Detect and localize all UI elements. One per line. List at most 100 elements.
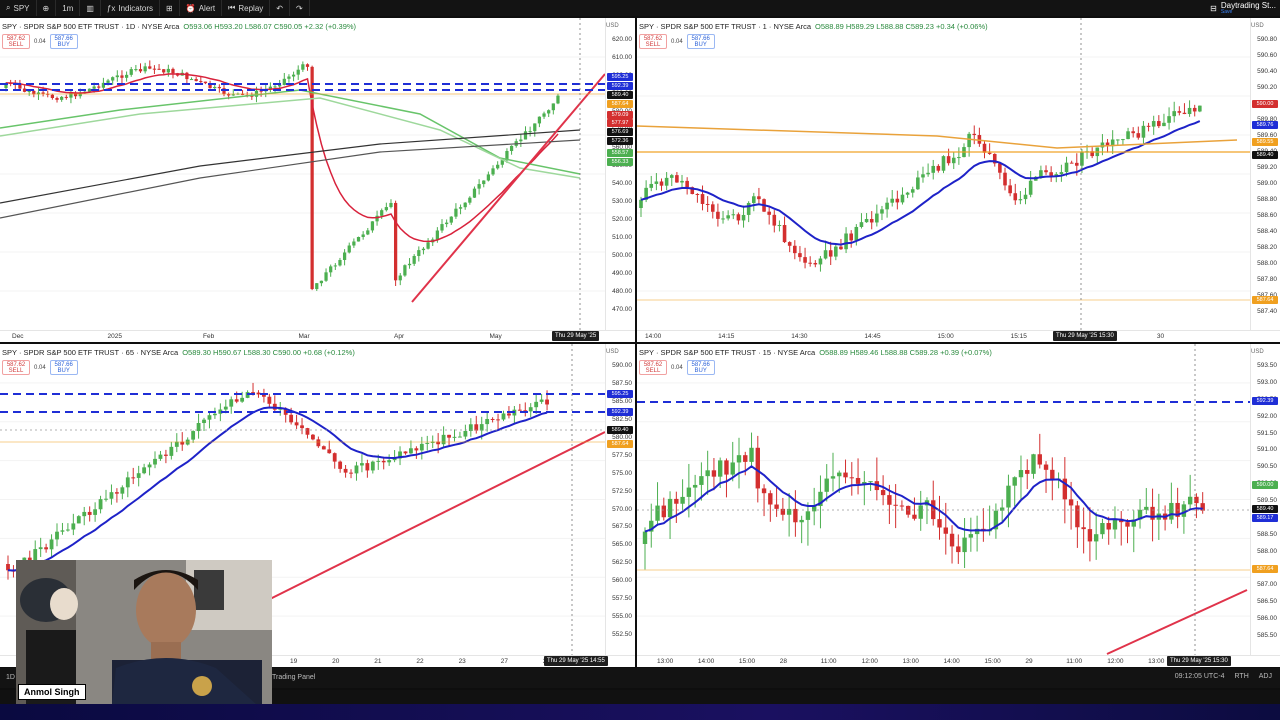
candle-body: [1112, 518, 1118, 530]
candle-body: [393, 202, 398, 281]
candle-body: [849, 477, 854, 479]
time-axis[interactable]: Dec 2025 Feb Mar Apr May Thu 29 May '25: [0, 330, 635, 342]
candle-body: [234, 399, 239, 402]
candle-body: [686, 487, 692, 497]
top-toolbar: ⌕ SPY ⊕ 1m ▥ ƒx Indicators ⊞ ⏰ Alert ⏮ R…: [0, 0, 1280, 16]
templates-button[interactable]: ⊞: [160, 0, 180, 16]
time-axis[interactable]: 14:0014:1514:3014:4515:0015:1515:4530Thu…: [637, 330, 1280, 342]
price-tick-label: 590.60: [1257, 52, 1277, 59]
price-tick-label: 490.00: [612, 270, 632, 277]
chart-pane-15min[interactable]: SPY · SPDR S&P 500 ETF TRUST · 15 · NYSE…: [637, 344, 1280, 667]
candle-body: [375, 215, 379, 222]
price-tick-label: 590.50: [1257, 463, 1277, 471]
candle-body: [1049, 172, 1053, 176]
trading-panel-tab[interactable]: Trading Panel: [272, 674, 315, 681]
candle-body: [332, 453, 337, 462]
candle-body: [661, 505, 666, 518]
price-tag: 556.33: [607, 158, 633, 166]
candle-body: [143, 66, 147, 72]
price-axis[interactable]: USD 590.00 587.50 585.00 582.50 580.00 577.50 5…: [605, 344, 635, 667]
price-tick-label: 592.00: [1257, 412, 1277, 420]
candle-body: [987, 152, 992, 154]
candle-body: [746, 202, 751, 215]
time-axis[interactable]: 13:00 14:00 15:00 28 11:00 12:00 13:00 14:00 15:…: [637, 655, 1280, 667]
interval-button[interactable]: 1m: [56, 0, 81, 16]
interval-label: 1m: [62, 3, 74, 13]
candle-body: [426, 242, 430, 249]
price-tag: 589.40: [1252, 505, 1278, 513]
candle-body: [370, 221, 375, 231]
candle-body: [824, 478, 829, 492]
candle-body: [830, 476, 836, 479]
price-tick-label: 587.40: [1257, 308, 1277, 315]
chart-pane-daily[interactable]: SPY · SPDR S&P 500 ETF TRUST · 1D · NYSE…: [0, 18, 635, 342]
price-tick-label: 557.50: [612, 595, 632, 603]
candle-body: [458, 436, 462, 438]
candle-body: [403, 265, 407, 276]
layout-name-button[interactable]: ⊟ Daytrading St... Save: [1210, 1, 1276, 15]
candle-body: [245, 392, 250, 398]
price-axis[interactable]: USD590.80590.60590.40590.20590.00589.805…: [1250, 18, 1280, 342]
candle-body: [639, 199, 643, 208]
candle-body: [454, 208, 458, 217]
candle-body: [918, 505, 923, 519]
candle-body: [240, 397, 245, 402]
candle-body: [352, 241, 356, 246]
price-axis[interactable]: USD593.50593.00592.50592.00591.50591.005…: [1250, 344, 1280, 667]
chart-pane-1min[interactable]: SPY · SPDR S&P 500 ETF TRUST · 1 · NYSE …: [637, 18, 1280, 342]
time-tick-label: 22: [416, 658, 424, 665]
candle-body: [910, 189, 915, 193]
candle-body: [445, 222, 449, 225]
moving-average-line: [640, 120, 1201, 246]
candle-body: [900, 194, 905, 203]
adj-toggle[interactable]: ADJ: [1259, 673, 1272, 680]
price-plot[interactable]: [637, 18, 1250, 330]
trend-line: [411, 73, 605, 303]
price-tag: 592.39: [607, 82, 633, 90]
price-tag: 572.36: [607, 137, 633, 145]
rth-toggle[interactable]: RTH: [1235, 673, 1249, 680]
price-tick-label: 589.00: [1257, 180, 1277, 187]
candle-body: [120, 75, 124, 78]
price-plot[interactable]: [0, 18, 605, 330]
candle-body: [805, 511, 811, 520]
candle-body: [468, 197, 472, 203]
price-axis[interactable]: USD620.00610.00600.00590.00580.00570.005…: [605, 18, 635, 342]
candle-body: [384, 207, 388, 211]
range-button[interactable]: 1D: [6, 674, 15, 681]
redo-button[interactable]: ↷: [290, 0, 310, 16]
candle-body: [55, 97, 59, 100]
undo-button[interactable]: ↶: [270, 0, 290, 16]
candle-body: [207, 415, 212, 420]
price-tick-label: 582.50: [612, 415, 632, 423]
candle-body: [736, 455, 742, 463]
chart-type-button[interactable]: ▥: [80, 0, 101, 16]
time-tick-label: 12:00: [1107, 658, 1124, 665]
replay-button[interactable]: ⏮ Replay: [222, 0, 271, 16]
candle-body: [1018, 199, 1023, 201]
candle-body: [787, 242, 792, 246]
candle-body: [736, 214, 741, 221]
time-tick-label: 14:00: [943, 658, 960, 665]
candle-body: [251, 392, 255, 394]
add-symbol-button[interactable]: ⊕: [37, 0, 57, 16]
symbol-search[interactable]: ⌕ SPY: [0, 0, 37, 16]
candle-body: [839, 246, 843, 250]
candle-body: [1144, 506, 1149, 510]
price-plot[interactable]: [637, 344, 1250, 655]
candle-body: [721, 218, 725, 220]
price-tick-label: 590.00: [612, 362, 632, 369]
alert-button[interactable]: ⏰ Alert: [180, 0, 223, 16]
candle-body: [957, 157, 961, 159]
candle-body: [138, 69, 143, 72]
price-tick-label: 589.50: [1257, 497, 1277, 505]
candle-body: [893, 504, 898, 506]
crosshair-time-label: Thu 29 May '25 14:55: [544, 656, 608, 666]
candle-body: [38, 547, 43, 550]
time-tick-label: Apr: [394, 333, 405, 340]
indicators-button[interactable]: ƒx Indicators: [101, 0, 161, 16]
candle-body: [556, 95, 560, 104]
candle-body: [50, 94, 55, 98]
candle-body: [148, 66, 152, 69]
candle-body: [289, 414, 294, 423]
